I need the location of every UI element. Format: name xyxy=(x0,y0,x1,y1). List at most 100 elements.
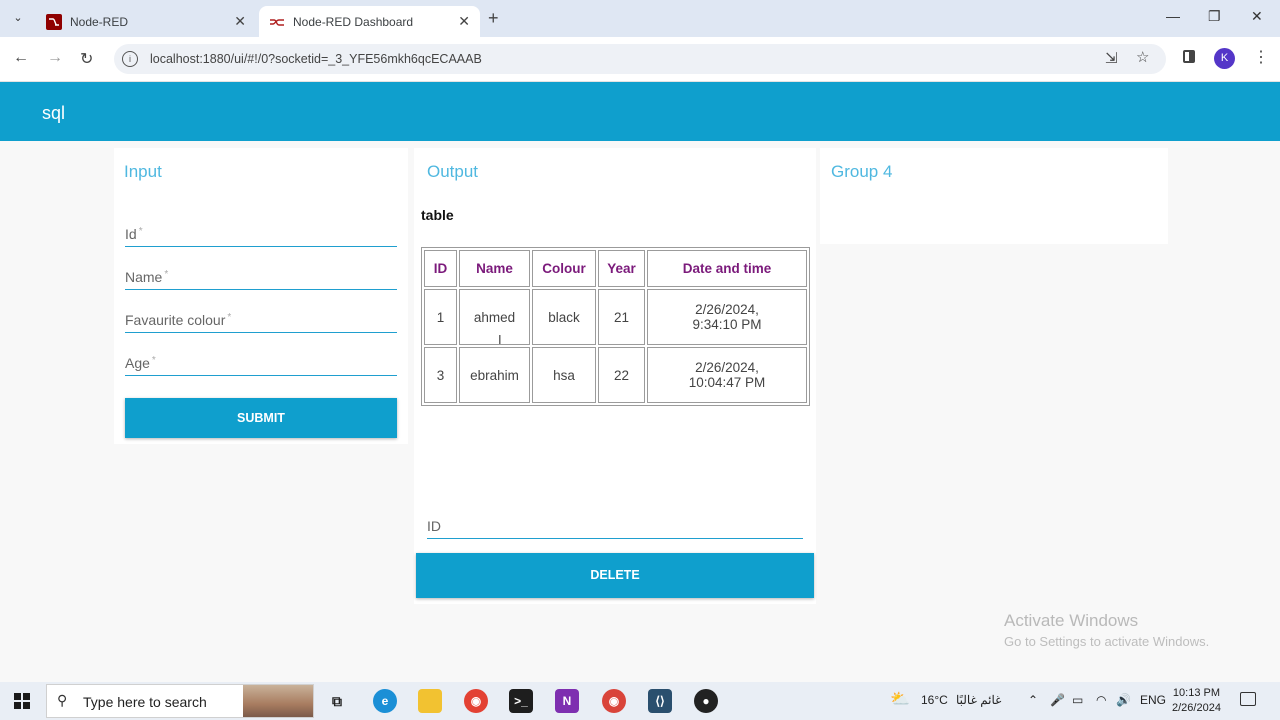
weather-description[interactable]: غائم غالبًا xyxy=(956,693,1001,707)
url-text[interactable]: localhost:1880/ui/#!/0?socketid=_3_YFE56… xyxy=(150,52,482,66)
table-label: table xyxy=(421,207,454,223)
wifi-icon[interactable]: ◠ xyxy=(1096,693,1106,707)
close-tab-icon[interactable]: ✕ xyxy=(234,13,246,30)
required-mark: * xyxy=(138,226,143,237)
close-tab-icon[interactable]: ✕ xyxy=(458,13,470,30)
close-window-icon[interactable]: ✕ xyxy=(1251,8,1263,25)
name-field-label: Name xyxy=(125,269,163,285)
tab-node-red[interactable]: Node-RED ✕ xyxy=(36,6,256,37)
tab-strip: ⌄ Node-RED ✕ Node-RED Dashboard ✕ + — ❐ … xyxy=(0,0,1280,37)
cell-date-time: 2/26/2024, 9:34:10 PM xyxy=(647,289,807,345)
forward-arrow-icon[interactable]: → xyxy=(47,49,63,67)
install-app-icon[interactable]: ⇲ xyxy=(1105,49,1118,67)
delete-id-field[interactable]: ID xyxy=(427,518,803,539)
cell-name: ahmed xyxy=(459,289,530,345)
required-mark: * xyxy=(151,355,156,366)
submit-button[interactable]: SUBMIT xyxy=(125,398,397,438)
text-cursor-icon: I xyxy=(498,332,502,347)
cell-id: 1 xyxy=(424,289,457,345)
back-arrow-icon[interactable]: ← xyxy=(13,49,29,67)
windows-taskbar: ⚲ Type here to search ⧉ e ◉ >_ N ◉ ⟨⟩ ● … xyxy=(0,682,1280,720)
notifications-icon[interactable] xyxy=(1240,692,1256,706)
table-row: 1 ahmed black 21 2/26/2024, 9:34:10 PM xyxy=(424,289,807,345)
tab-search-chevron-icon[interactable]: ⌄ xyxy=(8,8,28,28)
onenote-icon[interactable]: N xyxy=(555,689,579,713)
name-field[interactable]: Name * xyxy=(125,269,397,290)
restore-icon[interactable]: ❐ xyxy=(1208,8,1221,25)
records-table: ID Name Colour Year Date and time 1 ahme… xyxy=(421,247,810,406)
cell-year: 22 xyxy=(598,347,645,403)
cell-date: 2/26/2024, xyxy=(695,302,759,317)
column-header-id: ID xyxy=(424,250,457,287)
id-field[interactable]: Id * xyxy=(125,226,397,247)
cell-name: ebrahim xyxy=(459,347,530,403)
age-field[interactable]: Age * xyxy=(125,355,397,376)
taskbar-clock[interactable]: 10:13 PM 2/26/2024 xyxy=(1172,686,1221,716)
column-header-colour: Colour xyxy=(532,250,596,287)
microphone-icon[interactable]: 🎤 xyxy=(1050,693,1065,707)
column-header-year: Year xyxy=(598,250,645,287)
show-hidden-icons-icon[interactable]: ⌃ xyxy=(1028,693,1038,707)
chrome-icon[interactable]: ◉ xyxy=(464,689,488,713)
favourite-colour-field[interactable]: Favaurite colour * xyxy=(125,312,397,333)
cell-colour: hsa xyxy=(532,347,596,403)
output-group-title: Output xyxy=(427,162,479,181)
site-info-icon[interactable]: i xyxy=(122,51,138,67)
file-explorer-icon[interactable] xyxy=(418,689,442,713)
column-header-name: Name xyxy=(459,250,530,287)
new-tab-plus-icon[interactable]: + xyxy=(488,8,499,29)
node-red-favicon-icon xyxy=(46,13,62,30)
search-highlight-image xyxy=(243,685,313,717)
tab-title: Node-RED Dashboard xyxy=(293,14,414,29)
table-row: 3 ebrahim hsa 22 2/26/2024, 10:04:47 PM xyxy=(424,347,807,403)
url-omnibox[interactable]: i localhost:1880/ui/#!/0?socketid=_3_YFE… xyxy=(114,44,1166,74)
input-language[interactable]: ENG xyxy=(1140,693,1166,707)
cell-time: 10:04:47 PM xyxy=(688,375,766,390)
cell-year: 21 xyxy=(598,289,645,345)
table-header-row: ID Name Colour Year Date and time xyxy=(424,250,807,287)
node-app-icon[interactable]: ● xyxy=(694,689,718,713)
side-panel-icon[interactable] xyxy=(1183,50,1195,63)
cell-time: 9:34:10 PM xyxy=(692,317,762,332)
tab-node-red-dashboard[interactable]: Node-RED Dashboard ✕ xyxy=(259,6,480,37)
required-mark: * xyxy=(227,312,232,323)
activate-windows-hint: Go to Settings to activate Windows. xyxy=(1004,634,1210,649)
task-view-icon[interactable]: ⧉ xyxy=(325,689,349,713)
taskbar-search-placeholder: Type here to search xyxy=(83,694,207,710)
edge-browser-icon[interactable]: e xyxy=(373,689,397,713)
ide-app-icon[interactable]: ⟨⟩ xyxy=(648,689,672,713)
reload-icon[interactable]: ↻ xyxy=(80,49,93,69)
cell-date: 2/26/2024, xyxy=(695,360,759,375)
delete-button[interactable]: DELETE xyxy=(416,553,814,598)
chrome-profile-icon[interactable]: ◉ xyxy=(602,689,626,713)
windows-start-icon[interactable] xyxy=(14,693,30,709)
cell-id: 3 xyxy=(424,347,457,403)
required-mark: * xyxy=(164,269,169,280)
clock-time: 10:13 PM xyxy=(1172,687,1221,699)
node-red-favicon-icon xyxy=(269,14,285,30)
bookmark-star-icon[interactable]: ☆ xyxy=(1136,48,1149,66)
profile-avatar[interactable]: K xyxy=(1214,48,1235,69)
cell-date-time: 2/26/2024, 10:04:47 PM xyxy=(647,347,807,403)
battery-icon[interactable]: ▭ xyxy=(1072,693,1083,707)
address-bar-row: ← → ↻ i localhost:1880/ui/#!/0?socketid=… xyxy=(0,37,1280,82)
column-header-date-time: Date and time xyxy=(647,250,807,287)
delete-id-field-label: ID xyxy=(427,518,441,534)
weather-cloud-icon[interactable]: ⛅ xyxy=(890,689,910,709)
search-icon: ⚲ xyxy=(57,692,68,708)
favourite-colour-field-label: Favaurite colour xyxy=(125,312,226,328)
dashboard-title: sql xyxy=(42,103,66,123)
cell-colour: black xyxy=(532,289,596,345)
minimize-icon[interactable]: — xyxy=(1166,8,1180,24)
browser-menu-icon[interactable]: ⋮ xyxy=(1253,47,1269,67)
weather-temperature[interactable]: 16°C xyxy=(921,693,948,707)
volume-icon[interactable]: 🔊 xyxy=(1116,693,1131,707)
age-field-label: Age xyxy=(125,355,150,371)
terminal-icon[interactable]: >_ xyxy=(509,689,533,713)
id-field-label: Id xyxy=(125,226,137,242)
input-group-title: Input xyxy=(124,162,162,181)
taskbar-search-box[interactable]: ⚲ Type here to search xyxy=(46,684,314,718)
dashboard-toolbar xyxy=(0,82,1280,141)
group-4-title: Group 4 xyxy=(831,162,893,181)
tab-title: Node-RED xyxy=(70,14,129,29)
